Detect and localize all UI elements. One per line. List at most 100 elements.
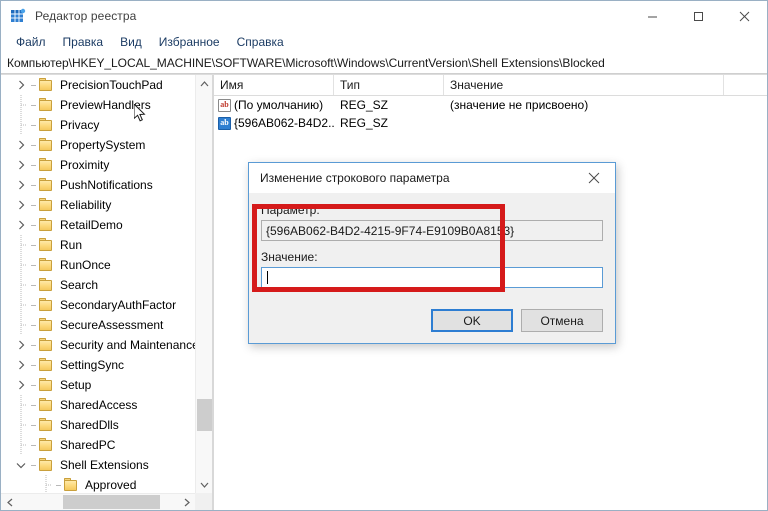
menu-item-help[interactable]: Справка [229,33,293,51]
tree-item[interactable]: Run [1,235,195,255]
tree-connector [29,295,38,315]
tree-item[interactable]: Search [1,275,195,295]
tree-item[interactable]: Security and Maintenance [1,335,195,355]
tree-vertical-scrollbar[interactable] [195,75,212,493]
chevron-right-icon[interactable] [13,175,29,195]
menu-item-favorites[interactable]: Избранное [151,33,229,51]
tree-item[interactable]: PushNotifications [1,175,195,195]
tree-item[interactable]: Approved [1,475,195,493]
tree-guide-dots [38,475,54,493]
value-name-cell: ab {596AB062-B4D2... [214,116,334,130]
tree-item[interactable]: SharedDlls [1,415,195,435]
tree-guide-dots [13,415,29,435]
address-path: Компьютер\HKEY_LOCAL_MACHINE\SOFTWARE\Mi… [7,56,605,70]
tree-item[interactable]: Privacy [1,115,195,135]
registry-tree[interactable]: PrecisionTouchPad PreviewHandlers Privacy P… [1,75,195,493]
param-name-label: Параметр: [261,203,320,217]
tree-connector [29,195,38,215]
tree-horizontal-scrollbar[interactable] [1,493,212,510]
chevron-right-icon[interactable] [13,215,29,235]
menu-item-view[interactable]: Вид [112,33,151,51]
tree-item-label: SecureAssessment [60,318,164,332]
folder-icon [38,338,54,352]
chevron-down-icon[interactable] [13,455,29,475]
scroll-right-icon[interactable] [178,494,195,510]
cancel-button[interactable]: Отмена [521,309,603,332]
tree-connector [29,215,38,235]
value-name-cell: ab (По умолчанию) [214,98,334,112]
dialog-button-row: OK Отмена [249,297,615,343]
chevron-right-icon[interactable] [13,375,29,395]
tree-scroll-thumb[interactable] [197,399,212,431]
scroll-down-icon[interactable] [196,476,212,493]
tree-item[interactable]: SettingSync [1,355,195,375]
menu-item-file[interactable]: Файл [8,33,55,51]
scroll-left-icon[interactable] [1,494,18,510]
dialog-close-icon[interactable] [573,163,615,193]
address-bar[interactable]: Компьютер\HKEY_LOCAL_MACHINE\SOFTWARE\Mi… [1,53,767,74]
tree-connector [29,395,38,415]
tree-item[interactable]: SecondaryAuthFactor [1,295,195,315]
tree-item-label: Proximity [60,158,110,172]
tree-item[interactable]: SecureAssessment [1,315,195,335]
menu-item-edit[interactable]: Правка [55,33,113,51]
title-bar: Редактор реестра [1,1,767,31]
folder-icon [38,218,54,232]
chevron-right-icon[interactable] [13,155,29,175]
chevron-right-icon[interactable] [13,195,29,215]
column-header-value[interactable]: Значение [444,75,724,95]
chevron-right-icon[interactable] [13,355,29,375]
tree-connector [54,475,63,493]
maximize-icon[interactable] [675,1,721,31]
tree-connector [29,255,38,275]
tree-item[interactable]: RunOnce [1,255,195,275]
chevron-right-icon[interactable] [13,335,29,355]
value-name-text: {596AB062-B4D2... [234,116,334,130]
value-row[interactable]: ab (По умолчанию) REG_SZ (значение не присв… [214,96,767,114]
close-icon[interactable] [721,1,767,31]
tree-item[interactable]: RetailDemo [1,215,195,235]
tree-item[interactable]: Shell Extensions [1,455,195,475]
column-header-name[interactable]: Имя [214,75,334,95]
tree-item[interactable]: SharedAccess [1,395,195,415]
folder-icon [38,418,54,432]
tree-item[interactable]: SharedPC [1,435,195,455]
tree-item[interactable]: PreviewHandlers [1,95,195,115]
value-type-cell: REG_SZ [340,98,389,112]
tree-item[interactable]: PropertySystem [1,135,195,155]
param-value-input[interactable] [261,267,603,288]
tree-item-label: SharedAccess [60,398,138,412]
dialog-body: Параметр: {596AB062-B4D2-4215-9F74-E9109… [249,193,615,297]
tree-connector [29,115,38,135]
tree-item[interactable]: PrecisionTouchPad [1,75,195,95]
tree-item[interactable]: Proximity [1,155,195,175]
param-name-field: {596AB062-B4D2-4215-9F74-E9109B0A8153} [261,220,603,241]
folder-icon [38,398,54,412]
scroll-up-icon[interactable] [196,75,212,92]
registry-tree-pane: PrecisionTouchPad PreviewHandlers Privacy P… [1,75,213,510]
tree-item-label: SharedPC [60,438,116,452]
tree-item-label: RetailDemo [60,218,123,232]
tree-guide-dots [13,255,29,275]
folder-icon [38,178,54,192]
tree-item[interactable]: Reliability [1,195,195,215]
registry-editor-app: Редактор реестра Файл Правка Вид Избранн… [0,0,768,511]
chevron-right-icon[interactable] [13,135,29,155]
string-value-icon: ab [218,98,231,112]
ok-button[interactable]: OK [431,309,513,332]
column-header-type[interactable]: Тип [334,75,444,95]
tree-item[interactable]: Setup [1,375,195,395]
tree-connector [29,455,38,475]
tree-connector [29,275,38,295]
folder-icon [38,438,54,452]
values-list[interactable]: ab (По умолчанию) REG_SZ (значение не присв… [214,96,767,132]
text-caret [267,271,268,284]
folder-icon [38,278,54,292]
tree-item-label: RunOnce [60,258,111,272]
tree-hscroll-thumb[interactable] [63,495,160,509]
minimize-icon[interactable] [629,1,675,31]
chevron-right-icon[interactable] [13,75,29,95]
tree-connector [29,235,38,255]
value-row[interactable]: ab {596AB062-B4D2... REG_SZ [214,114,767,132]
folder-icon [38,298,54,312]
